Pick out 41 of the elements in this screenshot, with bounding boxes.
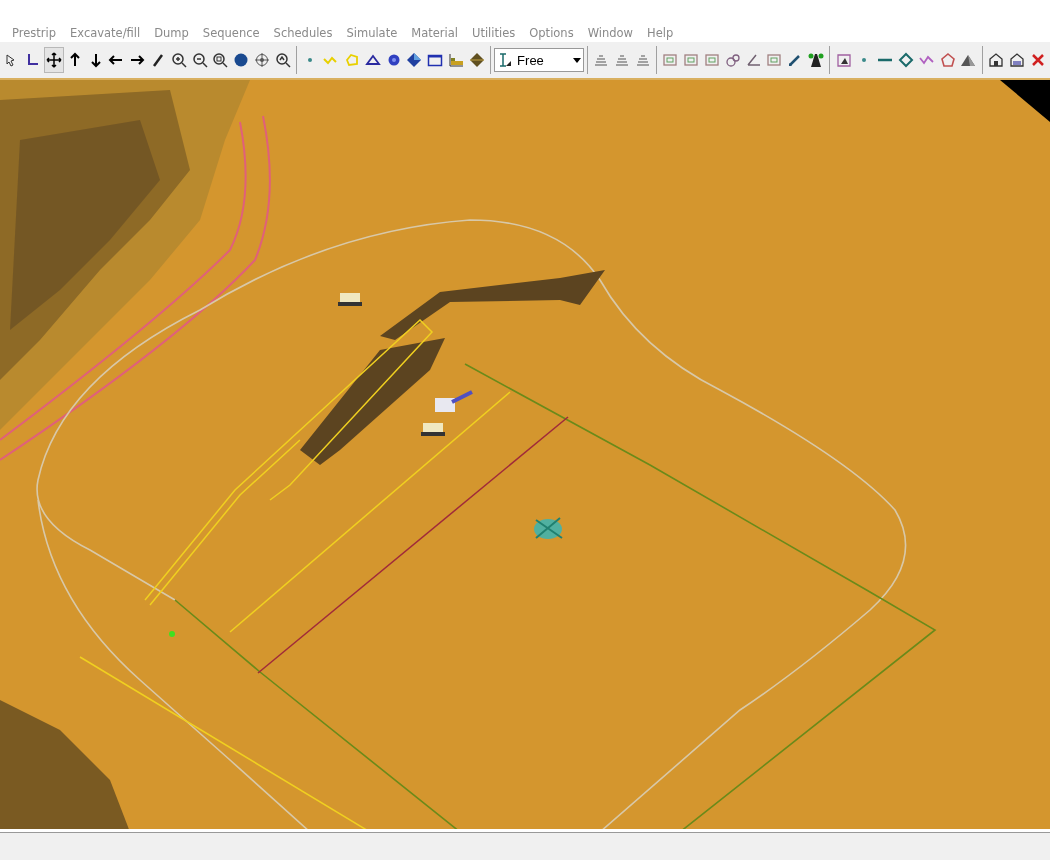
tool-button[interactable] bbox=[44, 47, 64, 73]
zoom-icon[interactable] bbox=[274, 52, 291, 68]
marker-icon bbox=[534, 517, 563, 539]
menu-item[interactable]: Sequence bbox=[202, 26, 274, 42]
building-icon[interactable] bbox=[988, 52, 1005, 68]
point-marker-icon bbox=[169, 631, 175, 637]
window-icon[interactable] bbox=[427, 52, 444, 68]
menu-item[interactable]: Prestrip bbox=[12, 26, 70, 42]
menu-item[interactable]: Simulate bbox=[346, 26, 412, 42]
menu-item[interactable]: Excavate/fill bbox=[70, 26, 155, 42]
pentagon-icon[interactable] bbox=[939, 52, 956, 68]
close-icon[interactable] bbox=[1029, 52, 1046, 68]
triangle-icon[interactable] bbox=[364, 52, 381, 68]
menu-item[interactable]: Schedules bbox=[273, 26, 347, 42]
move-icon bbox=[46, 52, 62, 68]
menu-item[interactable]: Utilities bbox=[471, 26, 530, 42]
menu-item[interactable]: Material bbox=[411, 26, 472, 42]
truck-icon bbox=[338, 293, 362, 306]
road-icon[interactable] bbox=[807, 52, 824, 68]
circles-icon[interactable] bbox=[724, 52, 741, 68]
menu-item[interactable]: Options bbox=[529, 26, 588, 42]
view-mode-dropdown[interactable]: Free bbox=[494, 48, 584, 72]
angle-icon[interactable] bbox=[745, 52, 762, 68]
menu-item[interactable]: Window bbox=[587, 26, 647, 42]
diamond-icon[interactable] bbox=[897, 52, 914, 68]
zoom-in-icon[interactable] bbox=[170, 52, 187, 68]
excavator-icon bbox=[435, 390, 473, 412]
building-icon[interactable] bbox=[1008, 52, 1025, 68]
truck-icon bbox=[421, 423, 445, 436]
zoom-out-icon[interactable] bbox=[191, 52, 208, 68]
target-icon[interactable] bbox=[253, 52, 270, 68]
bar-chart-icon[interactable] bbox=[448, 52, 464, 68]
terrain-viewport[interactable] bbox=[0, 80, 1050, 829]
survey-tool-icon bbox=[497, 52, 514, 68]
zoom-icon[interactable] bbox=[212, 52, 229, 68]
dropdown-arrow-icon bbox=[572, 57, 581, 63]
menu-item[interactable]: Help bbox=[647, 26, 688, 42]
diamond-icon[interactable] bbox=[468, 52, 485, 68]
menu-item[interactable]: Dump bbox=[154, 26, 203, 42]
corner-triangle-icon bbox=[1000, 80, 1050, 122]
diamond-icon[interactable] bbox=[406, 52, 423, 68]
